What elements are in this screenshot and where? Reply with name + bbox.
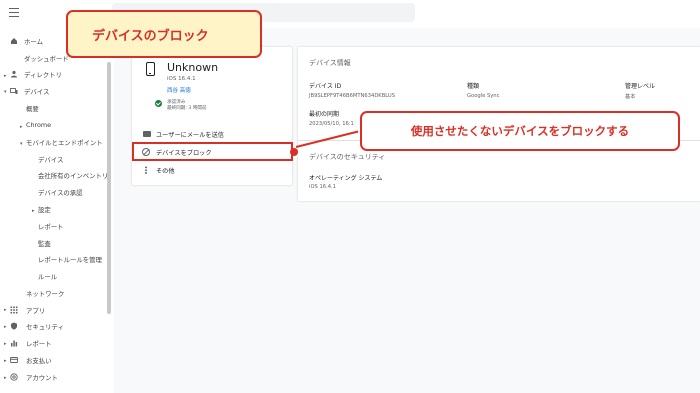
device-security-title: デバイスのセキュリティ [309,153,386,161]
collapse-caret-icon[interactable]: ▾ [20,141,23,147]
expand-caret-icon[interactable]: ▸ [4,358,7,364]
sidebar-item-mobile-devices[interactable]: デバイス [38,155,63,164]
last-sync-status: 最終同期: 3 時間前 [167,106,207,111]
sidebar-item-device-approvals[interactable]: デバイスの承認 [38,188,83,197]
sidebar-item-rules[interactable]: ルール [38,272,57,281]
sidebar-item-home[interactable]: ホーム [24,37,43,46]
smartphone-icon [146,62,155,76]
menu-icon[interactable] [9,8,19,17]
sidebar-item-apps[interactable]: アプリ [26,306,45,315]
sidebar-item-settings[interactable]: 設定 [38,205,51,214]
sidebar-item-reporting[interactable]: レポート [26,339,52,348]
os-value: iOS 16.4.1 [309,184,336,190]
sidebar-item-company-inventory[interactable]: 会社所有のインベントリ [38,171,108,180]
sidebar-item-manage-report-rules[interactable]: レポートルールを管理 [38,255,102,264]
sidebar-item-billing[interactable]: お支払い [26,356,52,365]
device-os: iOS 16.4.1 [167,76,196,82]
device-info-title: デバイス情報 [309,59,351,67]
device-id-value: JB9SLEPF9T46B6MTN634DKBLUS [309,93,395,99]
sidebar-item-overview[interactable]: 概要 [26,104,39,113]
management-level-value: 基本 [625,94,636,100]
instruction-callout: 使用させたくないデバイスをブロックする [360,111,680,151]
sidebar-item-account[interactable]: アカウント [26,373,58,382]
credit-card-icon [10,356,18,364]
person-icon [10,70,18,78]
device-owner-link[interactable]: 西谷 高徳 [167,86,191,94]
sidebar-item-directory[interactable]: ディレクトリ [24,70,62,79]
sidebar-item-network[interactable]: ネットワーク [26,289,64,298]
expand-caret-icon[interactable]: ▸ [4,341,7,347]
collapse-caret-icon[interactable]: ▾ [4,89,7,95]
expand-caret-icon[interactable]: ▸ [4,375,7,381]
more-options-button[interactable]: その他 [156,166,175,175]
first-sync-label: 最初の同期 [309,111,340,118]
expand-caret-icon[interactable]: ▸ [4,307,7,313]
expand-caret-icon[interactable]: ▸ [4,73,7,79]
check-circle-icon [155,100,162,107]
sidebar-item-audit[interactable]: 監査 [38,239,51,248]
sidebar-item-reports[interactable]: レポート [38,222,64,231]
expand-caret-icon[interactable]: ▸ [32,208,35,214]
first-sync-value: 2023/05/10, 16:1 [309,121,354,127]
device-type-value: Google Sync [467,93,500,99]
more-vert-icon [145,166,147,174]
device-id-label: デバイス ID [309,83,342,90]
home-icon [10,37,18,45]
sidebar-scrollbar[interactable] [107,62,111,314]
callout-anchor-dot [290,148,298,156]
expand-caret-icon[interactable]: ▸ [20,124,23,130]
mail-icon [143,131,151,137]
sidebar-item-mobile-endpoints[interactable]: モバイルとエンドポイント [26,138,103,147]
shield-icon [10,322,18,330]
title-callout: デバイスのブロック [66,10,262,58]
bar-chart-icon [10,339,18,347]
block-highlight-box [132,142,293,161]
device-type-label: 種類 [467,83,480,90]
sidebar-item-devices[interactable]: デバイス [24,87,49,96]
os-label: オペレーティング システム [309,175,383,182]
management-level-label: 管理レベル [625,83,656,90]
sidebar-item-chrome[interactable]: Chrome [26,121,51,129]
device-name: Unknown [167,61,219,74]
expand-caret-icon[interactable]: ▸ [4,324,7,330]
sidebar-item-security[interactable]: セキュリティ [26,322,64,331]
sidebar-item-dashboard[interactable]: ダッシュボード [24,54,69,63]
devices-icon [10,87,18,95]
apps-grid-icon [10,306,18,314]
at-sign-icon [10,373,18,381]
send-email-button[interactable]: ユーザーにメールを送信 [156,130,224,139]
